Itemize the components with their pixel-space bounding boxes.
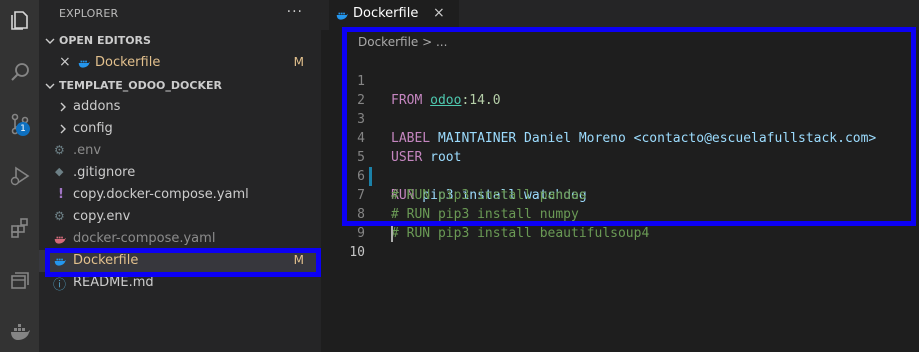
activity-bar: 1 bbox=[0, 0, 39, 352]
close-icon[interactable]: × bbox=[433, 5, 445, 21]
file-copy-docker-compose[interactable]: ! copy.docker-compose.yaml bbox=[39, 184, 321, 206]
docker-icon bbox=[336, 12, 348, 20]
file-label: copy.docker-compose.yaml bbox=[73, 187, 249, 202]
file-label: docker-compose.yaml bbox=[73, 231, 216, 246]
close-icon[interactable]: × bbox=[59, 54, 71, 70]
remote-explorer-icon[interactable] bbox=[0, 260, 39, 300]
text-cursor bbox=[391, 225, 393, 242]
tab-bar: Dockerfile × bbox=[321, 0, 919, 30]
project-section[interactable]: TEMPLATE_ODOO_DOCKER bbox=[39, 75, 321, 97]
docker-icon[interactable] bbox=[0, 312, 39, 352]
file-docker-compose[interactable]: docker-compose.yaml bbox=[39, 228, 321, 250]
search-icon[interactable] bbox=[0, 52, 39, 92]
chevron-right-icon bbox=[60, 124, 66, 134]
chevron-down-icon bbox=[45, 38, 55, 44]
folder-label: config bbox=[73, 121, 113, 136]
open-editors-label: OPEN EDITORS bbox=[59, 34, 151, 47]
explorer-icon[interactable] bbox=[0, 0, 39, 40]
open-editor-label: Dockerfile bbox=[95, 55, 161, 70]
docker-icon bbox=[54, 236, 66, 244]
source-control-badge: 1 bbox=[16, 122, 30, 136]
extensions-icon[interactable] bbox=[0, 208, 39, 248]
folder-label: addons bbox=[73, 99, 121, 114]
chevron-down-icon bbox=[45, 83, 55, 89]
file-gitignore[interactable]: ◆ .gitignore bbox=[39, 162, 321, 184]
more-actions-button[interactable]: ··· bbox=[287, 4, 303, 20]
git-icon: ◆ bbox=[55, 165, 64, 178]
tab-label: Dockerfile bbox=[353, 6, 419, 21]
file-env[interactable]: ⚙ .env bbox=[39, 140, 321, 162]
folder-addons[interactable]: addons bbox=[39, 96, 321, 118]
modified-marker: M bbox=[293, 55, 304, 69]
file-label: README.md bbox=[73, 275, 154, 290]
project-label: TEMPLATE_ODOO_DOCKER bbox=[59, 79, 222, 92]
yaml-icon: ! bbox=[58, 187, 64, 202]
code-line[interactable]: 10 bbox=[321, 224, 919, 260]
explorer-sidebar: EXPLORER ··· OPEN EDITORS × Dockerfile M… bbox=[39, 0, 321, 352]
file-label: .gitignore bbox=[73, 165, 136, 180]
chevron-right-icon bbox=[60, 102, 66, 112]
tab-dockerfile[interactable]: Dockerfile × bbox=[329, 0, 459, 30]
highlight-box-editor bbox=[342, 27, 916, 226]
gear-icon: ⚙ bbox=[54, 143, 65, 157]
folder-config[interactable]: config bbox=[39, 118, 321, 140]
open-editor-item-dockerfile[interactable]: × Dockerfile M bbox=[39, 52, 321, 74]
docker-icon bbox=[78, 60, 90, 68]
explorer-title: EXPLORER bbox=[59, 7, 119, 20]
file-copy-env[interactable]: ⚙ copy.env bbox=[39, 206, 321, 228]
open-editors-section[interactable]: OPEN EDITORS bbox=[39, 30, 321, 52]
explorer-header: EXPLORER ··· bbox=[39, 0, 321, 30]
gear-icon: ⚙ bbox=[54, 209, 65, 223]
run-debug-icon[interactable] bbox=[0, 156, 39, 196]
file-label: copy.env bbox=[73, 209, 131, 224]
highlight-box-dockerfile bbox=[45, 248, 321, 277]
file-label: .env bbox=[73, 143, 102, 158]
line-number: 10 bbox=[349, 245, 365, 260]
